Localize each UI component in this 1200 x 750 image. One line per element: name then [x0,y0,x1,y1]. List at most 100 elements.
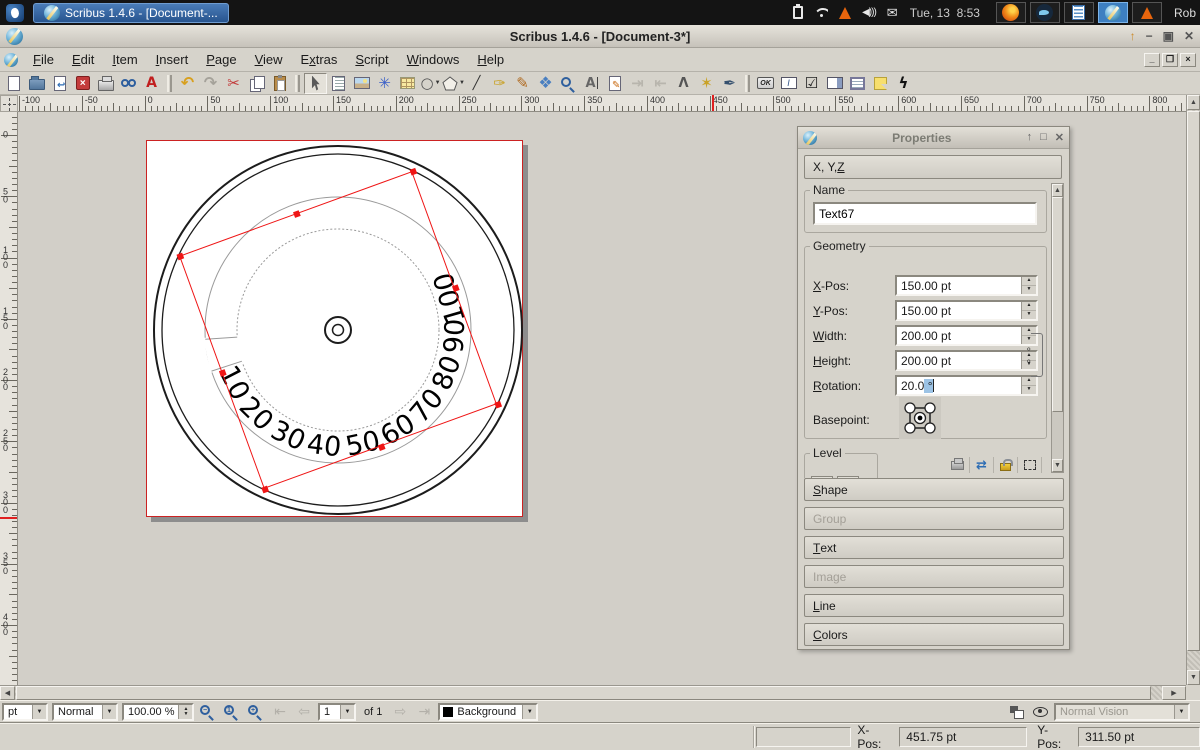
lock-size-icon[interactable] [1018,457,1042,473]
launcher-vlc[interactable] [1132,2,1162,23]
save-document-button[interactable]: ↩ [48,73,71,94]
selection-handle[interactable] [177,253,185,261]
pdf-checkbox-button[interactable]: ☑ [800,73,823,94]
palette-scroll-down-icon[interactable]: ▼ [1052,459,1063,472]
edit-contents-button[interactable]: A [580,73,603,94]
palette-shade-button[interactable]: ↑ [1027,131,1033,144]
height-input[interactable]: 200.00 pt▲▼ [895,350,1038,371]
insert-line-button[interactable]: ╱ [465,73,488,94]
palette-close-button[interactable]: ✕ [1055,131,1064,144]
tab-colors[interactable]: Colors [804,623,1064,646]
mail-tray-icon[interactable]: ✉ [887,5,898,21]
unit-select[interactable]: pt▼ [2,703,48,721]
pdf-text-field-button[interactable]: I [777,73,800,94]
tab-xyz[interactable]: X, Y, Z [804,155,1062,179]
page-number-select[interactable]: 1▼ [318,703,356,721]
rotation-input[interactable]: 20.0 °▲▼ [895,375,1038,396]
insert-bezier-curve-button[interactable]: ✑ [488,73,511,94]
palette-scrollbar[interactable]: ▲ ▼ [1051,183,1064,473]
paste-button[interactable] [268,73,291,94]
tab-line[interactable]: Line [804,594,1064,617]
x-pos-input[interactable]: 150.00 pt▲▼ [895,275,1038,296]
task-button-scribus[interactable]: Scribus 1.4.6 - [Document-... [33,3,229,23]
spinner-icon[interactable]: ▲▼ [1021,302,1036,319]
save-as-pdf-button[interactable]: A [140,73,163,94]
minimize-button[interactable]: − [1146,29,1153,43]
menu-file[interactable]: File [24,49,63,70]
menu-item[interactable]: Item [103,49,146,70]
app-menu-icon[interactable] [6,4,24,22]
launcher-documents[interactable] [1064,2,1094,23]
zoom-out-button[interactable]: − [198,703,218,721]
layer-select[interactable]: Background▼ [438,703,538,721]
mdi-close-button[interactable]: × [1180,53,1196,67]
close-button[interactable]: ✕ [1184,29,1194,43]
wifi-tray-icon[interactable] [814,7,828,18]
cut-button[interactable]: ✂ [222,73,245,94]
flip-horizontal-icon[interactable]: ⇄ [970,457,994,473]
preview-eye-icon[interactable] [1030,703,1050,721]
zoom-100-button[interactable]: 1 [222,703,242,721]
insert-shape-button[interactable]: ○▼ [419,73,442,94]
menu-edit[interactable]: Edit [63,49,103,70]
launcher-web-browser[interactable] [1030,2,1060,23]
menu-script[interactable]: Script [346,49,397,70]
redo-button[interactable]: ↷ [199,73,222,94]
launcher-scribus[interactable] [1098,2,1128,23]
vlc-tray-icon[interactable] [839,7,851,19]
palette-scroll-up-icon[interactable]: ▲ [1052,184,1063,197]
insert-polygon-button[interactable]: ▼ [442,73,465,94]
quality-select[interactable]: Normal▼ [52,703,118,721]
tab-shape[interactable]: Shape [804,478,1064,501]
zoom-in-button[interactable]: + [246,703,266,721]
horizontal-scroll-thumb[interactable] [16,686,1151,700]
menu-extras[interactable]: Extras [292,49,347,70]
scroll-right-button[interactable]: ▶ [1162,686,1186,700]
print-document-button[interactable] [94,73,117,94]
select-item-button[interactable] [304,73,327,94]
menu-help[interactable]: Help [468,49,513,70]
insert-render-frame-button[interactable]: ✳ [373,73,396,94]
ruler-origin[interactable] [0,95,18,112]
scroll-left-button[interactable]: ◀ [0,686,15,700]
palette-maximize-button[interactable]: □ [1040,131,1047,144]
open-document-button[interactable] [25,73,48,94]
horizontal-scrollbar[interactable]: ◀ ▶ [0,685,1186,700]
vertical-scrollbar[interactable]: ▲ ▼ [1186,95,1200,685]
selection-handle[interactable] [293,210,301,218]
copy-item-properties-button[interactable]: ✶ [695,73,718,94]
scroll-down-button[interactable]: ▼ [1187,670,1200,685]
pdf-text-annotation-button[interactable] [869,73,892,94]
menu-page[interactable]: Page [197,49,245,70]
y-pos-input[interactable]: 150.00 pt▲▼ [895,300,1038,321]
pdf-link-annotation-button[interactable]: ϟ [892,73,915,94]
next-page-button[interactable]: ⇨ [390,704,410,720]
zoom-tool-button[interactable] [557,73,580,94]
vertical-scroll-thumb[interactable] [1187,111,1200,651]
copy-button[interactable] [245,73,268,94]
printing-enabled-icon[interactable] [946,457,970,473]
undo-button[interactable]: ↶ [176,73,199,94]
new-document-button[interactable] [2,73,25,94]
tab-text[interactable]: Text [804,536,1064,559]
story-editor-button[interactable]: ✎ [603,73,626,94]
volume-tray-icon[interactable]: ◀))) [862,7,876,18]
palette-titlebar[interactable]: Properties ↑ □ ✕ [798,127,1069,149]
first-page-button[interactable]: ⇤ [270,704,290,720]
layer-indicator-icon[interactable] [1006,703,1026,721]
scroll-up-button[interactable]: ▲ [1187,95,1200,110]
basepoint-selector[interactable] [899,397,941,439]
spinner-icon[interactable]: ▲▼ [1021,377,1036,394]
horizontal-ruler[interactable]: -100-50050100150200250300350400450500550… [18,95,1186,112]
mdi-restore-button[interactable]: ❐ [1162,53,1178,67]
pdf-combo-box-button[interactable] [823,73,846,94]
preflight-verifier-button[interactable] [117,73,140,94]
spinner-icon[interactable]: ▲▼ [1021,277,1036,294]
measurements-button[interactable]: Λ [672,73,695,94]
document-page[interactable]: 102030405060708090100 [146,140,523,517]
lock-icon[interactable] [994,457,1018,473]
last-page-button[interactable]: ⇥ [414,704,434,720]
clipboard-tray-icon[interactable] [793,6,803,19]
previous-page-button[interactable]: ⇦ [294,704,314,720]
vision-simulation-select[interactable]: Normal Vision▼ [1054,703,1190,721]
